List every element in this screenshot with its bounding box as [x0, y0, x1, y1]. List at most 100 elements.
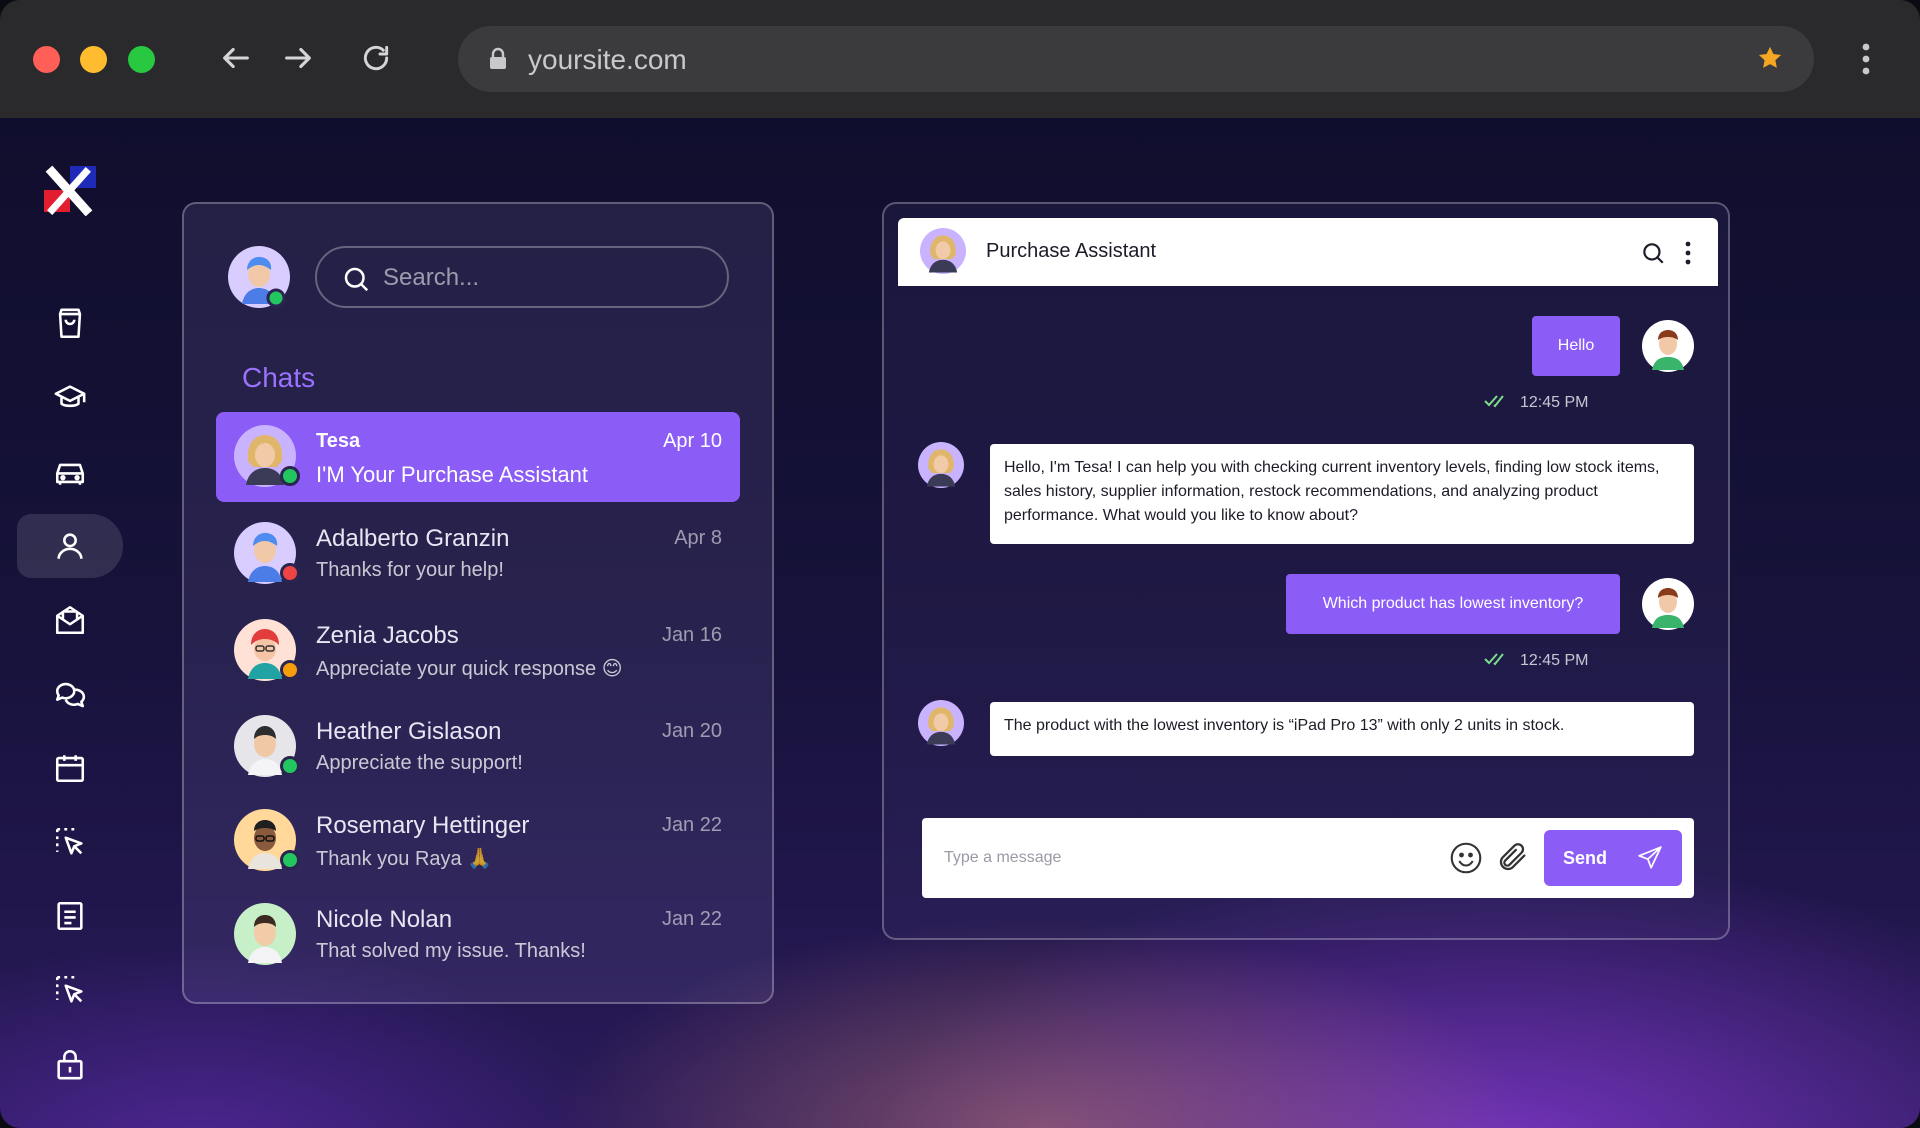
select-cursor-icon: [55, 975, 83, 1003]
reload-icon: [363, 45, 389, 71]
chat-preview: I'M Your Purchase Assistant: [316, 462, 589, 487]
sidebar-item-select[interactable]: [17, 810, 123, 874]
chat-item-zenia-jacobs[interactable]: Zenia Jacobs Appreciate your quick respo…: [216, 606, 740, 696]
assistant-avatar: [918, 442, 964, 488]
app-window: yoursite.com Search... Chats Tesa I'M Yo…: [0, 0, 1920, 1128]
chat-preview: Thank you Raya 🙏: [316, 848, 493, 870]
calendar-icon: [55, 755, 85, 783]
send-button-label: Send: [1562, 847, 1607, 868]
shopping-bag-icon: [58, 308, 82, 339]
lock-icon: [490, 47, 506, 69]
conversation-header: Purchase Assistant: [898, 218, 1718, 286]
chat-name: Rosemary Hettinger: [316, 812, 530, 839]
minimize-window-button[interactable]: [80, 46, 107, 73]
sidebar-item-shop[interactable]: [17, 292, 123, 356]
chat-preview: Appreciate your quick response 😊: [316, 658, 623, 680]
read-ticks-icon: [1484, 653, 1504, 666]
more-options-icon[interactable]: [1682, 240, 1694, 266]
message-composer: Send: [922, 818, 1694, 898]
chat-item-nicole-nolan[interactable]: Nicole Nolan That solved my issue. Thank…: [216, 890, 740, 980]
conversation-panel: Purchase Assistant Hello 12:45 PM Hello,…: [882, 202, 1730, 940]
chats-panel: Chats Tesa I'M Your Purchase Assistant A…: [182, 202, 774, 1004]
chat-item-adalberto-granzin[interactable]: Adalberto Granzin Thanks for your help! …: [216, 509, 740, 599]
chat-preview: Appreciate the support!: [316, 752, 523, 774]
graduation-cap-icon: [54, 385, 86, 408]
chat-date: Jan 22: [661, 908, 722, 930]
chat-preview: Thanks for your help!: [316, 559, 504, 581]
sidebar-item-calendar[interactable]: [17, 736, 123, 800]
reload-button[interactable]: [354, 36, 398, 80]
select-cursor-icon: [55, 827, 83, 855]
chat-item-heather-gislason[interactable]: Heather Gislason Appreciate the support!…: [216, 702, 740, 792]
user-avatar: [1642, 320, 1694, 372]
chat-bubbles-icon: [55, 682, 86, 708]
status-online-dot: [280, 756, 300, 776]
message-incoming: The product with the lowest inventory is…: [990, 702, 1694, 756]
chat-name: Tesa: [316, 430, 361, 452]
sidebar-item-vehicles[interactable]: [17, 440, 123, 504]
chat-preview: That solved my issue. Thanks!: [316, 940, 586, 962]
chat-name: Heather Gislason: [316, 718, 502, 745]
browser-chrome: yoursite.com: [0, 0, 1920, 118]
sidebar-item-lock[interactable]: [17, 1032, 123, 1096]
attachment-icon[interactable]: [1496, 840, 1530, 874]
chat-date: Jan 16: [661, 624, 722, 646]
message-timestamp: 12:45 PM: [1520, 394, 1589, 411]
status-away-dot: [280, 660, 300, 680]
chat-date: Jan 20: [661, 720, 722, 742]
arrow-left-icon: [223, 47, 249, 69]
sidebar-item-mail[interactable]: [17, 588, 123, 652]
chat-name: Nicole Nolan: [316, 906, 453, 933]
chat-name: Adalberto Granzin: [316, 525, 510, 552]
forward-button[interactable]: [276, 36, 320, 80]
message-input[interactable]: [944, 840, 1424, 876]
status-online-dot: [280, 466, 300, 486]
chat-date: Apr 8: [674, 527, 722, 549]
conversation-title: Purchase Assistant: [986, 240, 1157, 262]
address-bar[interactable]: yoursite.com: [458, 26, 1814, 92]
sidebar-item-education[interactable]: [17, 366, 123, 430]
send-button[interactable]: Send: [1544, 830, 1682, 886]
search-icon[interactable]: [1640, 240, 1666, 266]
search-input[interactable]: [383, 258, 703, 298]
arrow-right-icon: [285, 47, 311, 69]
chat-date: Apr 10: [663, 430, 722, 452]
chat-name: Zenia Jacobs: [316, 622, 459, 649]
status-online-dot: [280, 850, 300, 870]
chat-item-rosemary-hettinger[interactable]: Rosemary Hettinger Thank you Raya 🙏 Jan …: [216, 796, 740, 886]
sidebar-item-users[interactable]: [17, 514, 123, 578]
mail-open-icon: [55, 605, 85, 635]
app-logo: [44, 165, 96, 216]
sidebar-item-chat[interactable]: [17, 662, 123, 726]
back-button[interactable]: [214, 36, 258, 80]
car-icon: [55, 463, 85, 485]
bookmark-star-icon[interactable]: [1756, 44, 1784, 72]
assistant-avatar: [920, 228, 966, 274]
maximize-window-button[interactable]: [128, 46, 155, 73]
message-incoming: Hello, I'm Tesa! I can help you with che…: [990, 444, 1694, 544]
lock-icon: [57, 1050, 83, 1080]
document-icon: [57, 901, 83, 931]
chat-date: Jan 22: [661, 814, 722, 836]
browser-menu-icon[interactable]: [1852, 42, 1880, 76]
url-text: yoursite.com: [528, 44, 687, 75]
assistant-avatar: [918, 700, 964, 746]
sidebar-item-documents[interactable]: [17, 884, 123, 948]
search-icon: [344, 267, 369, 292]
search-box[interactable]: [315, 246, 729, 308]
user-icon: [57, 533, 83, 559]
read-ticks-icon: [1484, 395, 1504, 408]
chat-item-tesa[interactable]: Tesa I'M Your Purchase Assistant Apr 10: [216, 412, 740, 502]
user-avatar: [1642, 578, 1694, 630]
emoji-icon[interactable]: [1448, 840, 1484, 876]
message-outgoing: Hello: [1532, 316, 1620, 376]
close-window-button[interactable]: [33, 46, 60, 73]
status-busy-dot: [280, 563, 300, 583]
message-timestamp: 12:45 PM: [1520, 652, 1589, 669]
chats-heading: Chats: [242, 362, 316, 393]
sidebar-item-select-2[interactable]: [17, 958, 123, 1022]
current-user-avatar[interactable]: [228, 246, 290, 308]
send-plane-icon: [1638, 846, 1662, 869]
message-outgoing: Which product has lowest inventory?: [1286, 574, 1620, 634]
avatar: [234, 903, 296, 965]
